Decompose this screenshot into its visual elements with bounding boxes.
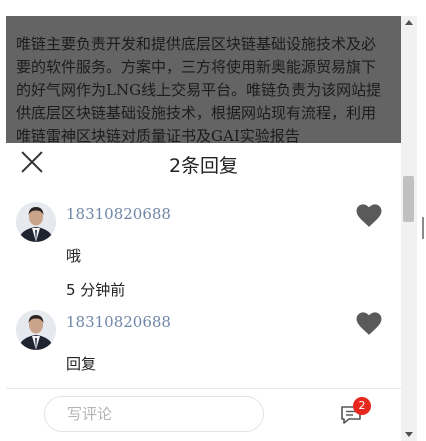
comment-count-badge: 2 — [353, 397, 371, 415]
comment-input[interactable] — [44, 396, 264, 432]
avatar[interactable] — [16, 202, 56, 242]
comment-username[interactable]: 18310820688 — [66, 205, 171, 223]
comment-time: 5 分钟前 — [66, 281, 126, 299]
sheet-header: 2条回复 — [6, 143, 401, 184]
page-frame: 唯链主要负责开发和提供底层区块链基础设施技术及必要的软件服务。方案中，三方将使用… — [6, 16, 401, 441]
scrollbar[interactable] — [401, 16, 417, 441]
sheet-title: 2条回复 — [168, 155, 239, 177]
reply-sheet: 2条回复 18310820688 哦 5 分钟前 18310820688 回复 … — [6, 143, 401, 441]
footer-divider — [6, 388, 401, 389]
scroll-thumb[interactable] — [403, 176, 414, 222]
avatar[interactable] — [16, 310, 56, 350]
scroll-down-arrow-icon[interactable] — [401, 427, 417, 441]
article-text: 唯链主要负责开发和提供底层区块链基础设施技术及必要的软件服务。方案中，三方将使用… — [16, 35, 382, 143]
comment-content: 回复 — [66, 355, 97, 373]
heart-icon[interactable] — [356, 312, 382, 336]
heart-icon[interactable] — [356, 204, 382, 228]
scroll-edge-marker — [422, 217, 424, 239]
article-overlay: 唯链主要负责开发和提供底层区块链基础设施技术及必要的软件服务。方案中，三方将使用… — [6, 16, 401, 143]
comment-username[interactable]: 18310820688 — [66, 313, 171, 331]
scroll-up-arrow-icon[interactable] — [401, 16, 417, 30]
comment-content: 哦 — [66, 247, 82, 265]
comment-footer: 2 — [6, 388, 401, 441]
